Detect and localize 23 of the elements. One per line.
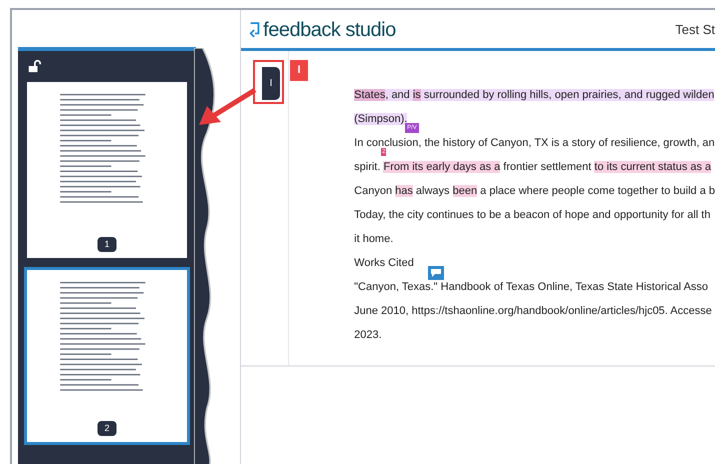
document-line: it home.: [354, 233, 394, 246]
document-line: Today, the city continues to be a beacon of hope and opportunity for all th: [354, 209, 710, 222]
highlight-frame: [253, 60, 284, 104]
comment-icon[interactable]: [428, 266, 444, 280]
document-line: "Canyon, Texas." Handbook of Texas Online, Texas State Historical Asso: [354, 281, 708, 294]
assignment-title: Test St: [675, 21, 715, 40]
document-line: In conclusion, the history of Canyon, TX is a story of resilience, growth, an: [354, 137, 715, 149]
document-line: June 2010, https://tshaonline.org/handbook/online/articles/hjc05. Accesse: [354, 305, 712, 318]
page-number: 1: [98, 236, 116, 252]
panel-handle[interactable]: I: [262, 67, 280, 100]
lock-icon[interactable]: [27, 59, 41, 73]
document-line: Works Cited: [354, 257, 414, 270]
callout-badge: I: [290, 60, 308, 81]
arrow-icon: [197, 88, 257, 128]
document-line: 2023.: [354, 329, 382, 342]
page-thumbnail[interactable]: 1: [27, 82, 187, 258]
page-number: 2: [98, 420, 116, 436]
document-line: States, and is surrounded by rolling hills, open prairies, and rugged wilden: [354, 89, 714, 102]
document-line: spirit. From its early days as a frontier settlement to its current status as a: [354, 161, 712, 174]
document-line: Canyon has always been a place where people come together to build a b: [354, 185, 715, 198]
app-logo: feedback studio: [249, 15, 396, 45]
page-thumbnail[interactable]: 2: [24, 267, 190, 445]
logo-icon: [249, 21, 262, 39]
